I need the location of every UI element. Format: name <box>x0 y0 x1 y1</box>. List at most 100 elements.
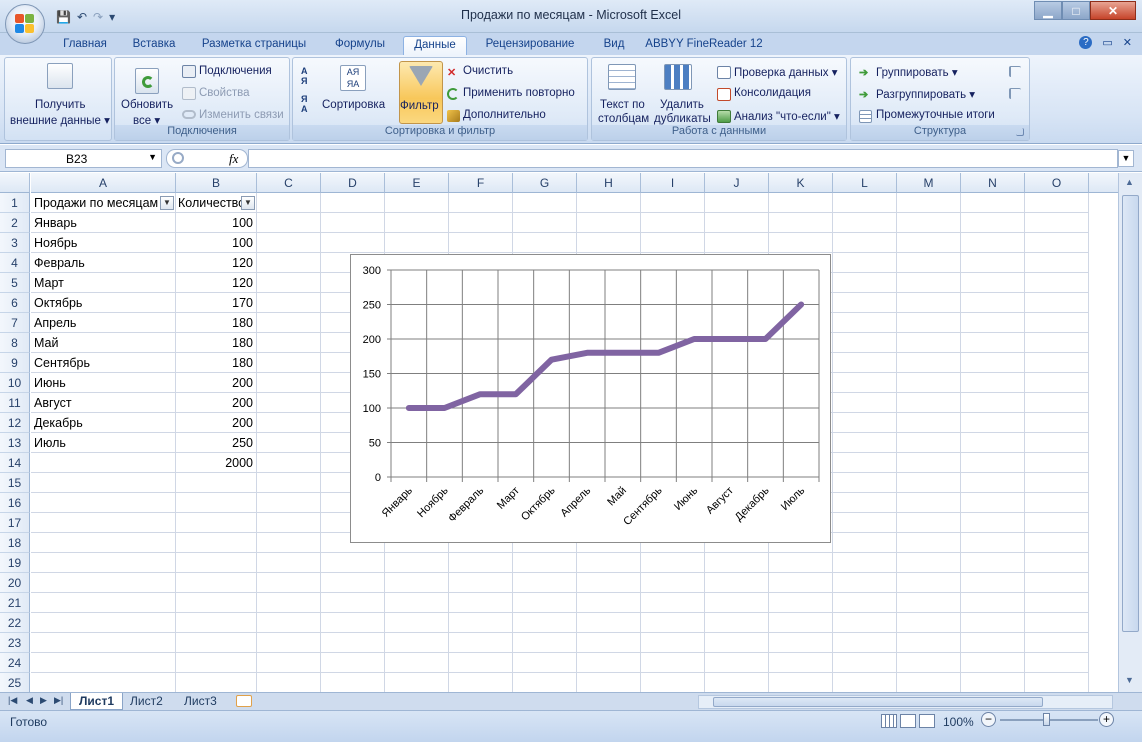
close-workbook-icon[interactable]: ✕ <box>1123 36 1132 49</box>
hide-detail-icon[interactable] <box>1009 88 1021 99</box>
cell-c20[interactable] <box>257 573 321 593</box>
cell-g23[interactable] <box>513 633 577 653</box>
cell-f19[interactable] <box>449 553 513 573</box>
show-detail-icon[interactable] <box>1009 66 1021 77</box>
cell-l13[interactable] <box>833 433 897 453</box>
cell-b13[interactable]: 250 <box>176 433 257 453</box>
dialog-launcher-icon[interactable] <box>1016 128 1024 136</box>
cell-a10[interactable]: Июнь <box>31 373 176 393</box>
cell-f2[interactable] <box>449 213 513 233</box>
cell-o22[interactable] <box>1025 613 1089 633</box>
cell-b23[interactable] <box>176 633 257 653</box>
cell-o18[interactable] <box>1025 533 1089 553</box>
row-header-3[interactable]: 3 <box>0 233 30 253</box>
cell-j21[interactable] <box>705 593 769 613</box>
cell-h2[interactable] <box>577 213 641 233</box>
cell-a19[interactable] <box>31 553 176 573</box>
office-button[interactable] <box>5 4 45 44</box>
column-header-o[interactable]: O <box>1025 173 1089 193</box>
cell-h22[interactable] <box>577 613 641 633</box>
cell-k3[interactable] <box>769 233 833 253</box>
cell-l16[interactable] <box>833 493 897 513</box>
cell-o5[interactable] <box>1025 273 1089 293</box>
tab-formulas[interactable]: Формулы <box>324 36 396 55</box>
clear-button[interactable]: Очистить <box>463 65 513 77</box>
cell-g3[interactable] <box>513 233 577 253</box>
cell-j22[interactable] <box>705 613 769 633</box>
cell-n13[interactable] <box>961 433 1025 453</box>
cell-f3[interactable] <box>449 233 513 253</box>
horizontal-scrollbar[interactable] <box>698 695 1113 709</box>
tab-review[interactable]: Рецензирование <box>474 36 586 55</box>
cell-l7[interactable] <box>833 313 897 333</box>
cell-m5[interactable] <box>897 273 961 293</box>
cell-c8[interactable] <box>257 333 321 353</box>
cell-k25[interactable] <box>769 673 833 692</box>
advanced-button[interactable]: Дополнительно <box>463 109 546 121</box>
cell-m4[interactable] <box>897 253 961 273</box>
cell-b11[interactable]: 200 <box>176 393 257 413</box>
cell-l17[interactable] <box>833 513 897 533</box>
cell-c12[interactable] <box>257 413 321 433</box>
cell-o17[interactable] <box>1025 513 1089 533</box>
cell-l2[interactable] <box>833 213 897 233</box>
cell-h3[interactable] <box>577 233 641 253</box>
cell-c22[interactable] <box>257 613 321 633</box>
cell-o2[interactable] <box>1025 213 1089 233</box>
cell-b14[interactable]: 2000 <box>176 453 257 473</box>
scroll-down-icon[interactable]: ▼ <box>1125 675 1134 685</box>
cell-i22[interactable] <box>641 613 705 633</box>
sheet-nav-last-icon[interactable]: ▶| <box>54 695 63 706</box>
cell-g25[interactable] <box>513 673 577 692</box>
row-header-11[interactable]: 11 <box>0 393 30 413</box>
cell-a1[interactable]: Продажи по месяцам <box>31 193 176 213</box>
cell-c25[interactable] <box>257 673 321 692</box>
cell-n5[interactable] <box>961 273 1025 293</box>
cell-b20[interactable] <box>176 573 257 593</box>
row-header-23[interactable]: 23 <box>0 633 30 653</box>
cell-n2[interactable] <box>961 213 1025 233</box>
cell-a20[interactable] <box>31 573 176 593</box>
connections-button[interactable]: Подключения <box>199 65 272 77</box>
subtotal-button[interactable]: Промежуточные итоги <box>876 109 995 121</box>
cell-a23[interactable] <box>31 633 176 653</box>
cell-o24[interactable] <box>1025 653 1089 673</box>
ungroup-button[interactable]: Разгруппировать ▾ <box>876 87 975 101</box>
column-header-b[interactable]: B <box>176 173 257 193</box>
cell-i1[interactable] <box>641 193 705 213</box>
cell-n20[interactable] <box>961 573 1025 593</box>
cell-c24[interactable] <box>257 653 321 673</box>
cell-a17[interactable] <box>31 513 176 533</box>
filter-dropdown-a-icon[interactable]: ▼ <box>160 196 174 210</box>
cell-d25[interactable] <box>321 673 385 692</box>
row-header-19[interactable]: 19 <box>0 553 30 573</box>
cell-o9[interactable] <box>1025 353 1089 373</box>
maximize-button[interactable]: □ <box>1062 1 1090 20</box>
properties-button[interactable]: Свойства <box>199 87 250 99</box>
tab-insert[interactable]: Вставка <box>122 36 186 55</box>
cell-g22[interactable] <box>513 613 577 633</box>
cell-l11[interactable] <box>833 393 897 413</box>
row-header-13[interactable]: 13 <box>0 433 30 453</box>
what-if-button[interactable]: Анализ "что-если" ▾ <box>734 109 840 123</box>
cell-f21[interactable] <box>449 593 513 613</box>
cell-c21[interactable] <box>257 593 321 613</box>
cell-l23[interactable] <box>833 633 897 653</box>
cell-b5[interactable]: 120 <box>176 273 257 293</box>
cell-l19[interactable] <box>833 553 897 573</box>
column-header-g[interactable]: G <box>513 173 577 193</box>
cell-d21[interactable] <box>321 593 385 613</box>
column-header-k[interactable]: K <box>769 173 833 193</box>
column-header-n[interactable]: N <box>961 173 1025 193</box>
cell-b15[interactable] <box>176 473 257 493</box>
cell-h20[interactable] <box>577 573 641 593</box>
cell-l14[interactable] <box>833 453 897 473</box>
cell-k24[interactable] <box>769 653 833 673</box>
cell-b6[interactable]: 170 <box>176 293 257 313</box>
cell-c11[interactable] <box>257 393 321 413</box>
cell-o3[interactable] <box>1025 233 1089 253</box>
cell-j19[interactable] <box>705 553 769 573</box>
cell-o25[interactable] <box>1025 673 1089 692</box>
cell-a7[interactable]: Апрель <box>31 313 176 333</box>
cell-l22[interactable] <box>833 613 897 633</box>
